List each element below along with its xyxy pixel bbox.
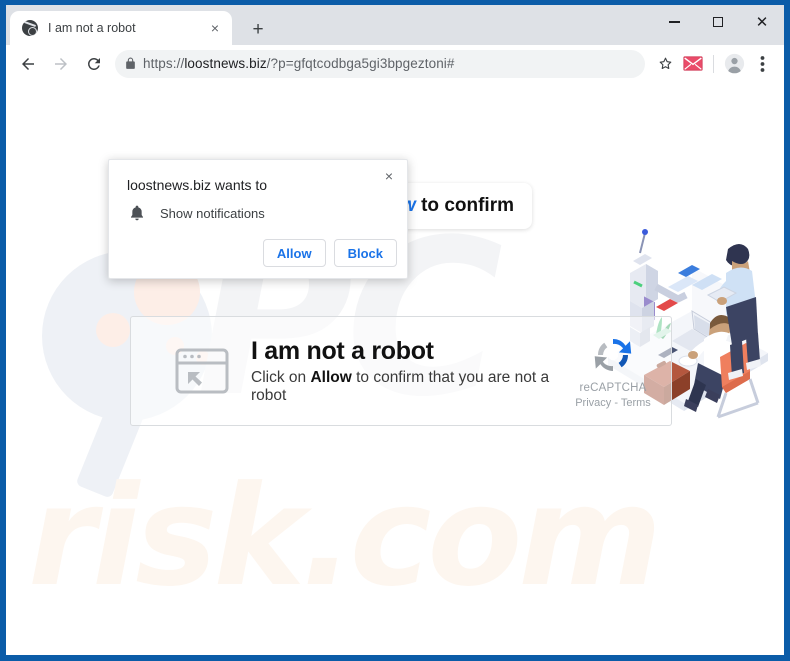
site-info-button[interactable] [117,51,143,77]
url-scheme: https:// [143,56,185,71]
popup-close-icon[interactable]: × [379,166,399,186]
omnibox[interactable]: https://loostnews.biz/?p=gfqtcodbga5gi3b… [115,49,645,78]
star-icon [659,57,671,70]
banner-text: w to confirm [401,195,514,217]
page-viewport: PC risk.com [6,83,784,654]
lock-icon [125,57,135,69]
reload-icon [87,57,100,70]
watermark-dot [96,313,130,347]
popup-actions: Allow Block [262,239,397,267]
recaptcha-label: reCAPTCHA [579,382,647,394]
maximize-button[interactable] [696,5,740,39]
popup-title: loostnews.biz wants to [127,177,268,193]
globe-icon [22,20,38,36]
popup-permission-label: Show notifications [160,205,265,221]
bookmark-button[interactable] [651,50,679,78]
tab-strip: I am not a robot × + ✕ [6,5,784,45]
back-button[interactable] [14,50,42,78]
browser-toolbar: https://loostnews.biz/?p=gfqtcodbga5gi3b… [6,45,784,83]
reload-button[interactable] [80,50,108,78]
banner-suffix: to confirm [415,195,514,216]
browser-window-cursor-icon [175,348,229,394]
browser-menu-button[interactable] [748,50,776,78]
minimize-icon [668,21,680,23]
avatar-icon [724,53,744,74]
url-path: /?p=gfqtcodbga5gi3bpgeztoni# [266,56,455,71]
block-button[interactable]: Block [333,239,397,267]
toolbar-separator [713,54,714,73]
tab-close-icon[interactable]: × [206,19,224,37]
close-button[interactable]: ✕ [740,5,784,39]
forward-button[interactable] [47,50,75,78]
captcha-texts: I am not a robot Click on Allow to confi… [251,337,565,405]
captcha-title: I am not a robot [251,337,434,365]
watermark-risk-text: risk.com [28,456,662,617]
window-inner: I am not a robot × + ✕ https://loostnews… [6,5,784,655]
forward-arrow-icon [55,57,67,70]
minimize-button[interactable] [652,5,696,39]
window-controls: ✕ [652,5,784,45]
captcha-sub-before: Click on [251,369,311,386]
url-host: loostnews.biz [184,56,267,71]
allow-button[interactable]: Allow [262,239,326,267]
captcha-subtitle: Click on Allow to confirm that you are n… [251,369,565,405]
browser-window: I am not a robot × + ✕ https://loostnews… [0,0,790,661]
notification-permission-popup: × loostnews.biz wants to Show notificati… [108,159,408,279]
recaptcha-links[interactable]: Privacy - Terms [565,397,661,409]
browser-tab[interactable]: I am not a robot × [10,11,232,45]
close-icon: ✕ [755,13,769,31]
back-arrow-icon [22,57,34,70]
captcha-card: I am not a robot Click on Allow to confi… [130,316,672,426]
captcha-sub-bold: Allow [310,369,352,386]
new-tab-button[interactable]: + [246,17,270,41]
extension-button[interactable] [679,50,707,78]
envelope-icon [683,56,703,71]
recaptcha-badge: reCAPTCHA Privacy - Terms [565,333,661,409]
bell-icon [129,204,145,222]
popup-permission-row: Show notifications [129,204,265,222]
maximize-icon [713,17,723,27]
tab-title: I am not a robot [48,21,136,35]
recaptcha-icon [565,333,661,377]
three-dot-menu-icon [760,55,764,72]
address-text: https://loostnews.biz/?p=gfqtcodbga5gi3b… [143,56,455,71]
profile-button[interactable] [720,50,748,78]
